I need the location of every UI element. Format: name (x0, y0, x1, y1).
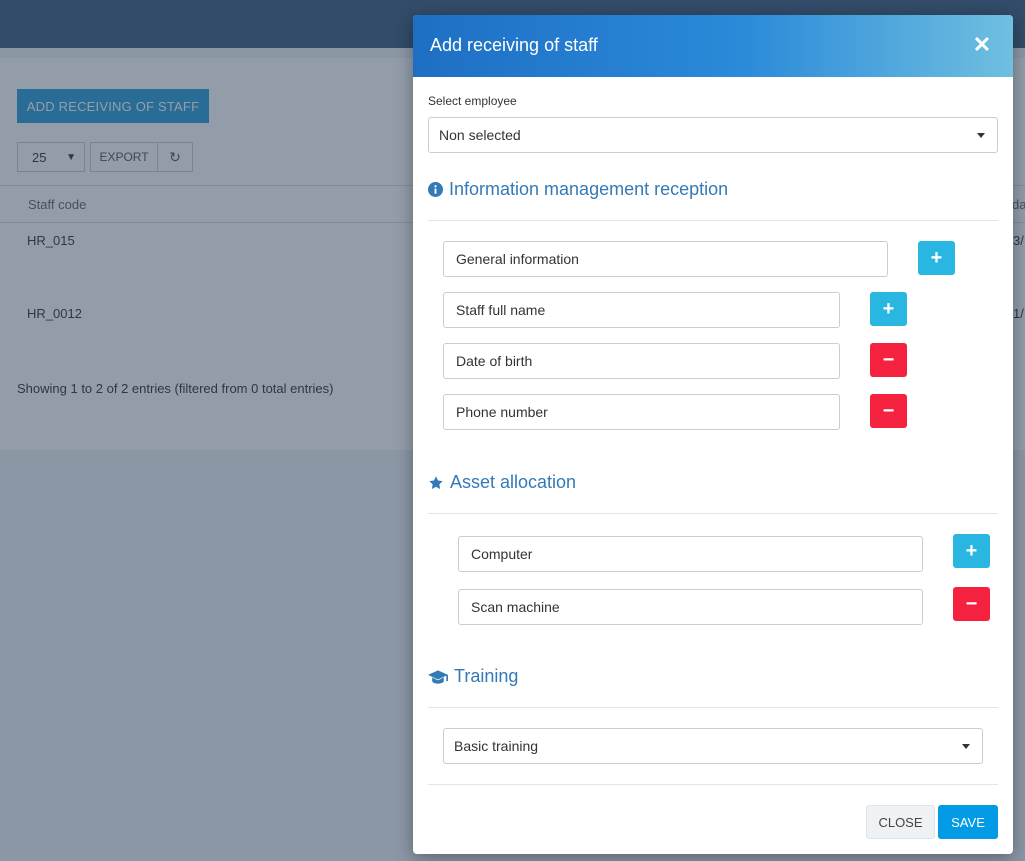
training-section-title-text: Training (454, 666, 519, 686)
close-button[interactable]: CLOSE (866, 805, 935, 839)
graduation-cap-icon (428, 669, 448, 685)
info-section-title-text: Information management reception (449, 179, 729, 199)
training-section-title: Training (428, 666, 518, 687)
star-icon (428, 475, 444, 491)
training-select-value: Basic training (454, 738, 539, 754)
computer-field[interactable]: Computer (458, 536, 923, 572)
general-information-field[interactable]: General information (443, 241, 888, 277)
section-divider (428, 220, 998, 221)
date-of-birth-field[interactable]: Date of birth (443, 343, 840, 379)
plus-icon: + (965, 539, 978, 562)
phone-number-field[interactable]: Phone number (443, 394, 840, 430)
save-button[interactable]: SAVE (938, 805, 998, 839)
modal-title: Add receiving of staff (430, 35, 598, 55)
add-button[interactable]: + (870, 292, 907, 326)
asset-section-title-text: Asset allocation (450, 472, 577, 492)
training-select[interactable]: Basic training (443, 728, 983, 764)
add-receiving-modal: Add receiving of staff ✕ Select employee… (413, 15, 1013, 854)
caret-down-icon (977, 132, 985, 138)
employee-select[interactable]: Non selected (428, 117, 998, 153)
add-button[interactable]: + (918, 241, 955, 275)
add-button[interactable]: + (953, 534, 990, 568)
caret-down-icon (962, 743, 970, 749)
staff-full-name-field[interactable]: Staff full name (443, 292, 840, 328)
section-divider (428, 513, 998, 514)
select-employee-label: Select employee (428, 94, 517, 108)
asset-section-title: Asset allocation (428, 472, 576, 493)
scan-machine-field[interactable]: Scan machine (458, 589, 923, 625)
employee-select-value: Non selected (439, 127, 521, 143)
plus-icon: + (882, 297, 895, 320)
close-icon[interactable]: ✕ (970, 31, 994, 59)
section-divider (428, 707, 998, 708)
plus-icon: + (930, 246, 943, 269)
modal-header: Add receiving of staff ✕ (413, 15, 1013, 77)
minus-icon: − (882, 348, 895, 371)
info-circle-icon (428, 182, 443, 197)
info-section-title: Information management reception (428, 179, 728, 200)
minus-icon: − (965, 592, 978, 615)
remove-button[interactable]: − (870, 394, 907, 428)
footer-divider (428, 784, 998, 785)
minus-icon: − (882, 399, 895, 422)
remove-button[interactable]: − (953, 587, 990, 621)
remove-button[interactable]: − (870, 343, 907, 377)
